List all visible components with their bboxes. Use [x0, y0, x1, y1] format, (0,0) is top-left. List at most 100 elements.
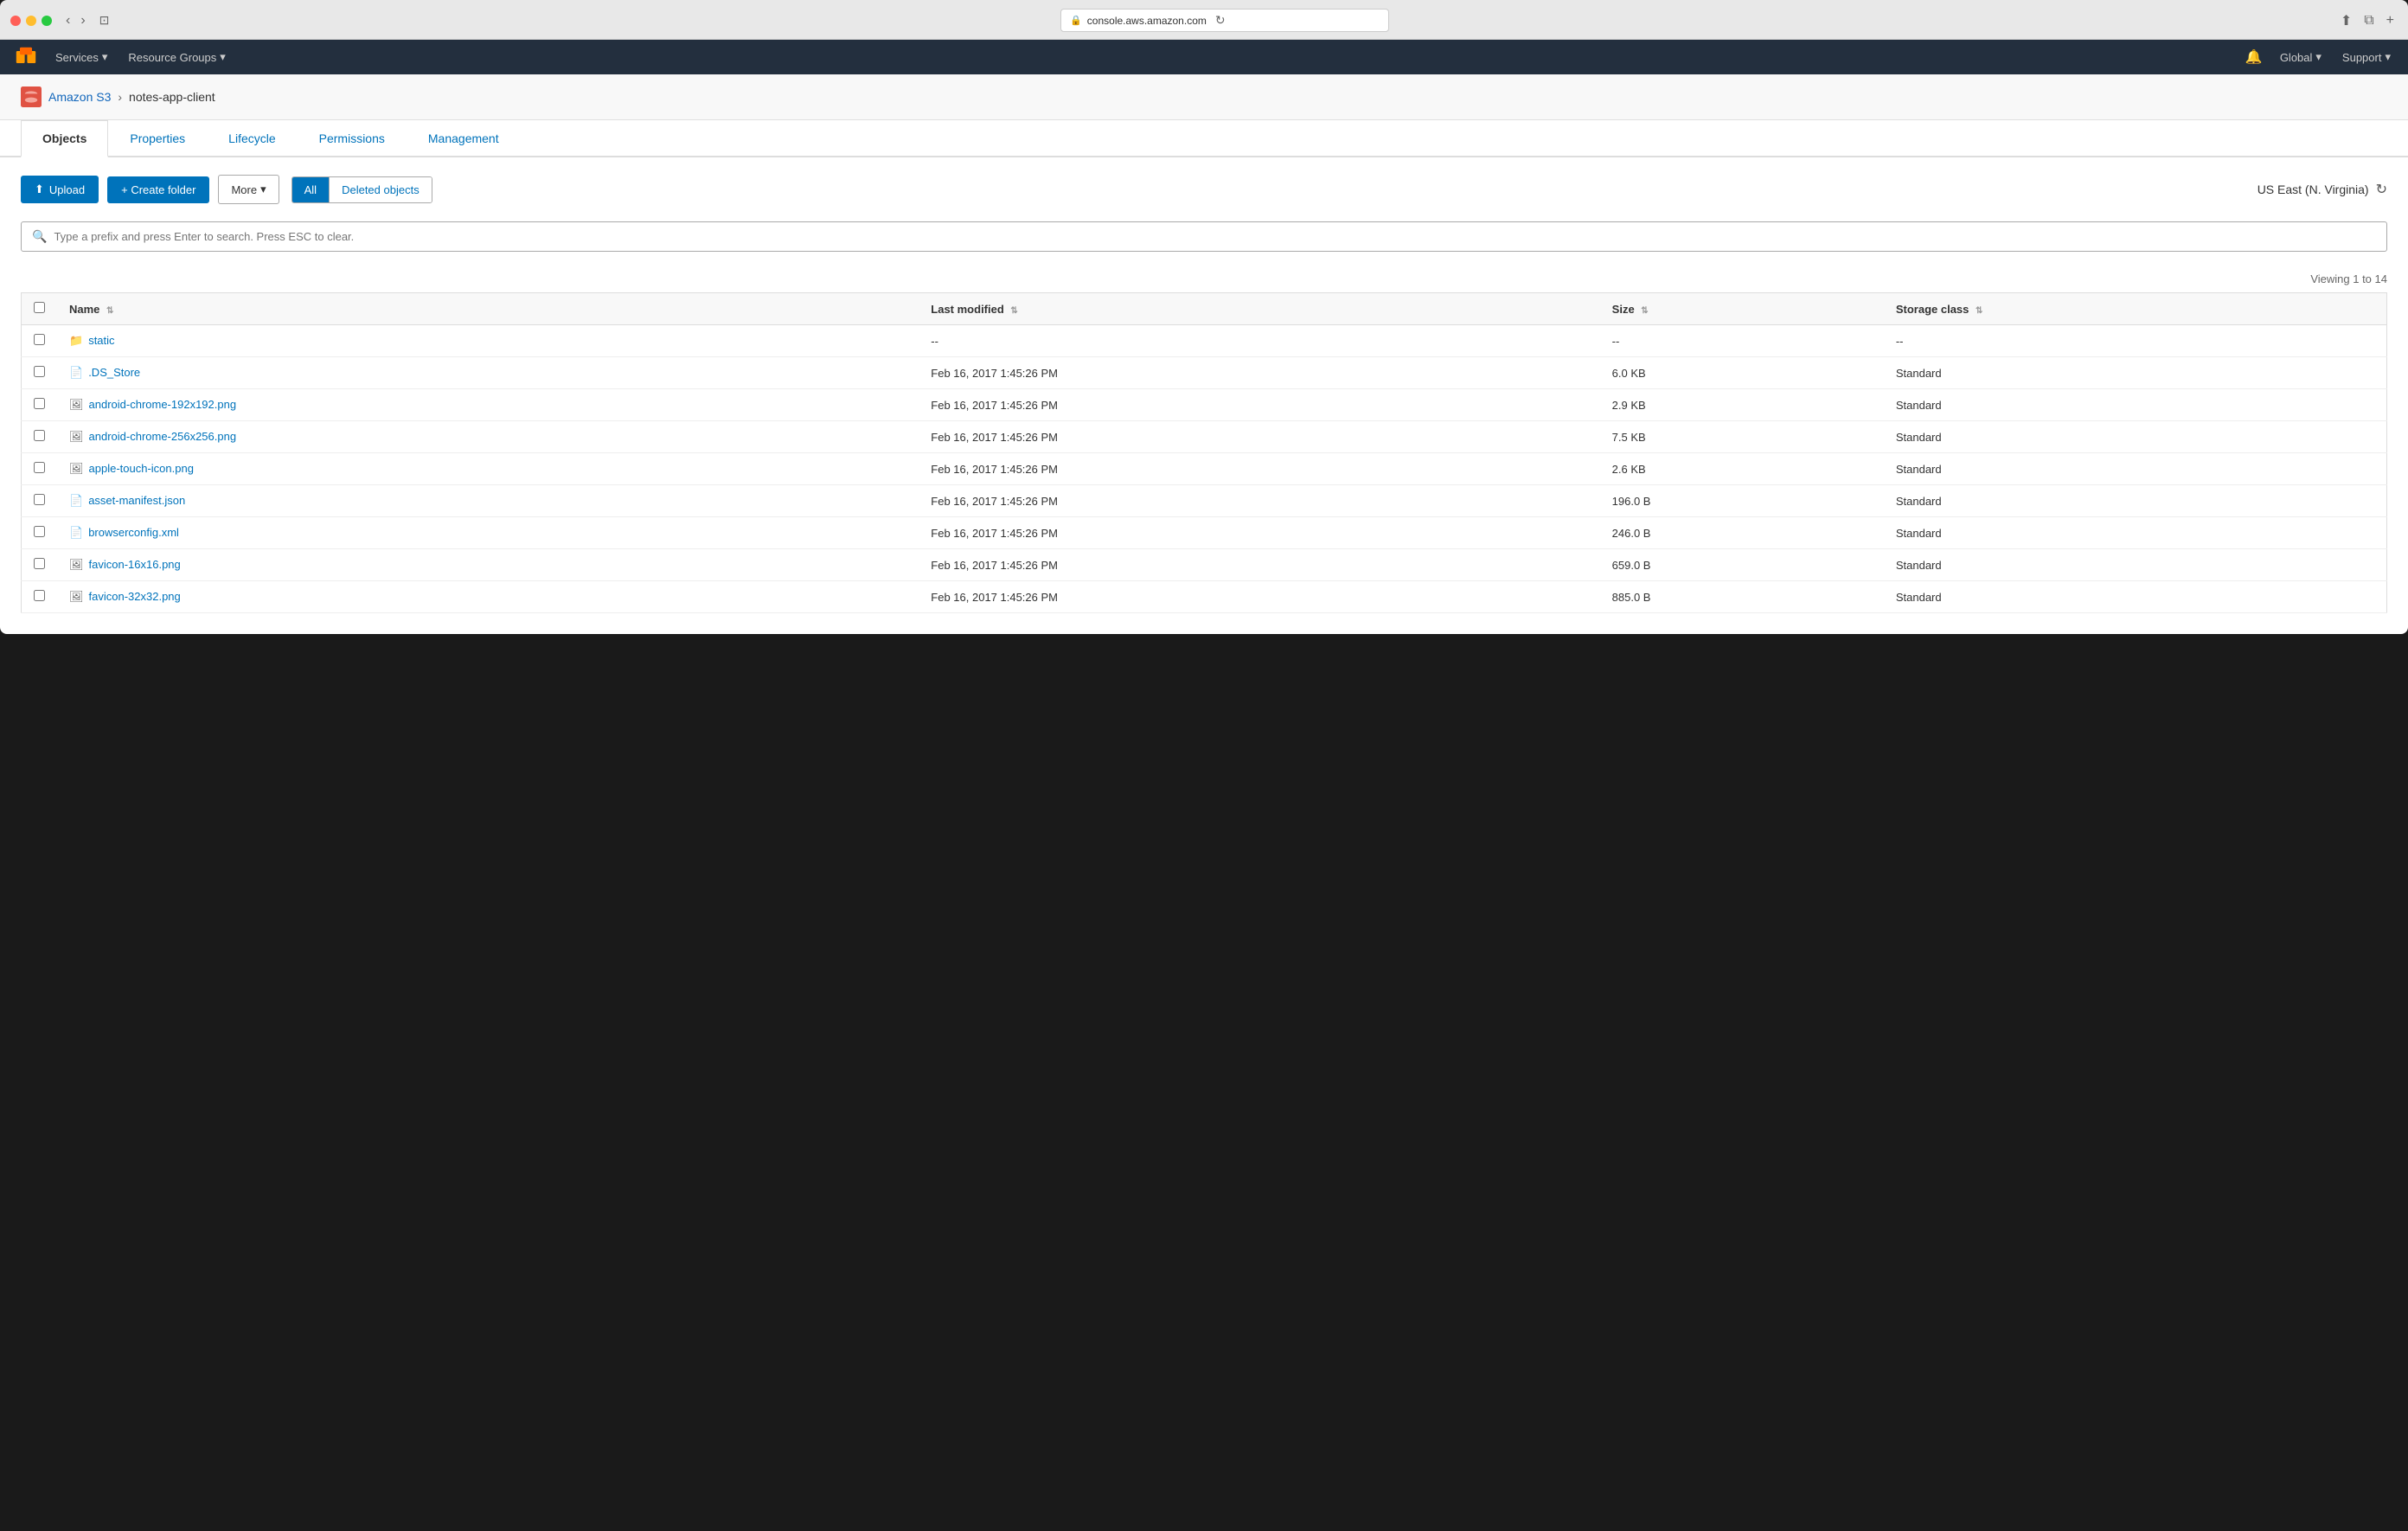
- create-folder-button[interactable]: + Create folder: [107, 176, 209, 203]
- size-cell: 2.6 KB: [1600, 453, 1884, 485]
- size-cell: --: [1600, 325, 1884, 357]
- services-label: Services: [55, 51, 99, 64]
- folder-icon: 📁: [69, 334, 83, 347]
- row-checkbox[interactable]: [34, 334, 45, 345]
- row-checkbox[interactable]: [34, 494, 45, 505]
- support-nav-item[interactable]: Support ▾: [2339, 40, 2394, 74]
- table-header-row: Name ⇅ Last modified ⇅ Size ⇅ Storage cl…: [22, 293, 2387, 325]
- window-control-button[interactable]: ⊡: [96, 13, 113, 28]
- file-name-link[interactable]: android-chrome-256x256.png: [89, 430, 237, 443]
- file-name-link[interactable]: static: [88, 334, 114, 347]
- file-name-link[interactable]: favicon-32x32.png: [89, 590, 181, 603]
- region-info: US East (N. Virginia) ↻: [2258, 181, 2387, 198]
- file-name-link[interactable]: browserconfig.xml: [88, 526, 179, 539]
- lock-icon: 🔒: [1070, 15, 1082, 26]
- file-name-link[interactable]: apple-touch-icon.png: [89, 462, 194, 475]
- global-nav-item[interactable]: Global ▾: [2277, 40, 2325, 74]
- image-file-icon: 🖼: [69, 430, 84, 443]
- table-row: 🖼android-chrome-192x192.pngFeb 16, 2017 …: [22, 389, 2387, 421]
- last-modified-column-header: Last modified ⇅: [919, 293, 1599, 325]
- size-cell: 6.0 KB: [1600, 357, 1884, 389]
- notifications-bell-icon[interactable]: 🔔: [2245, 48, 2263, 66]
- file-icon: 📄: [69, 366, 83, 379]
- size-cell: 196.0 B: [1600, 485, 1884, 517]
- tab-properties[interactable]: Properties: [108, 120, 207, 157]
- filter-all-button[interactable]: All: [292, 177, 329, 202]
- storage-class-cell: Standard: [1884, 357, 2387, 389]
- storage-class-cell: Standard: [1884, 517, 2387, 549]
- objects-table: Name ⇅ Last modified ⇅ Size ⇅ Storage cl…: [21, 292, 2387, 613]
- select-all-checkbox[interactable]: [34, 302, 45, 313]
- storage-class-sort-icon[interactable]: ⇅: [1976, 306, 1982, 316]
- last-modified-cell: Feb 16, 2017 1:45:26 PM: [919, 517, 1599, 549]
- name-sort-icon[interactable]: ⇅: [106, 306, 113, 316]
- new-tab-button[interactable]: ⧉: [2360, 12, 2377, 29]
- tab-lifecycle[interactable]: Lifecycle: [207, 120, 297, 157]
- storage-class-cell: Standard: [1884, 389, 2387, 421]
- table-row: 🖼android-chrome-256x256.pngFeb 16, 2017 …: [22, 421, 2387, 453]
- storage-class-cell: --: [1884, 325, 2387, 357]
- back-button[interactable]: ‹: [62, 13, 74, 29]
- size-cell: 659.0 B: [1600, 549, 1884, 581]
- tabs-bar: Objects Properties Lifecycle Permissions…: [0, 120, 2408, 157]
- size-column-header: Size ⇅: [1600, 293, 1884, 325]
- row-checkbox[interactable]: [34, 526, 45, 537]
- storage-class-cell: Standard: [1884, 581, 2387, 613]
- last-modified-cell: Feb 16, 2017 1:45:26 PM: [919, 453, 1599, 485]
- table-row: 📄asset-manifest.jsonFeb 16, 2017 1:45:26…: [22, 485, 2387, 517]
- file-name-link[interactable]: favicon-16x16.png: [89, 558, 181, 571]
- address-bar: 🔒 console.aws.amazon.com ↻: [1060, 9, 1389, 32]
- forward-button[interactable]: ›: [77, 13, 88, 29]
- last-modified-cell: Feb 16, 2017 1:45:26 PM: [919, 389, 1599, 421]
- maximize-button[interactable]: [42, 16, 52, 26]
- filter-deleted-button[interactable]: Deleted objects: [330, 177, 432, 202]
- services-chevron-icon: ▾: [102, 50, 108, 64]
- size-cell: 2.9 KB: [1600, 389, 1884, 421]
- last-modified-sort-icon[interactable]: ⇅: [1010, 306, 1017, 316]
- upload-button[interactable]: ⬆ Upload: [21, 176, 99, 203]
- row-checkbox[interactable]: [34, 430, 45, 441]
- size-sort-icon[interactable]: ⇅: [1641, 306, 1648, 316]
- refresh-icon[interactable]: ↻: [2376, 181, 2387, 198]
- resource-groups-nav-item[interactable]: Resource Groups ▾: [125, 40, 228, 74]
- minimize-button[interactable]: [26, 16, 36, 26]
- more-chevron-icon: ▾: [260, 183, 266, 196]
- row-checkbox[interactable]: [34, 366, 45, 377]
- last-modified-cell: --: [919, 325, 1599, 357]
- storage-class-cell: Standard: [1884, 485, 2387, 517]
- storage-class-cell: Standard: [1884, 421, 2387, 453]
- resource-groups-label: Resource Groups: [128, 51, 216, 64]
- search-input[interactable]: [54, 230, 2376, 243]
- support-label: Support: [2342, 51, 2382, 64]
- filter-group: All Deleted objects: [291, 176, 432, 203]
- s3-breadcrumb-link[interactable]: Amazon S3: [48, 90, 111, 104]
- support-chevron-icon: ▾: [2385, 50, 2391, 64]
- image-file-icon: 🖼: [69, 590, 84, 603]
- close-button[interactable]: [10, 16, 21, 26]
- tab-permissions[interactable]: Permissions: [298, 120, 407, 157]
- last-modified-cell: Feb 16, 2017 1:45:26 PM: [919, 485, 1599, 517]
- row-checkbox[interactable]: [34, 398, 45, 409]
- row-checkbox[interactable]: [34, 462, 45, 473]
- add-button[interactable]: +: [2383, 12, 2398, 29]
- table-row: 📁static------: [22, 325, 2387, 357]
- file-name-link[interactable]: asset-manifest.json: [88, 494, 185, 507]
- row-checkbox[interactable]: [34, 558, 45, 569]
- tab-management[interactable]: Management: [407, 120, 521, 157]
- table-row: 📄browserconfig.xmlFeb 16, 2017 1:45:26 P…: [22, 517, 2387, 549]
- file-name-link[interactable]: .DS_Store: [88, 366, 140, 379]
- upload-icon: ⬆: [35, 183, 44, 196]
- row-checkbox[interactable]: [34, 590, 45, 601]
- storage-class-column-header: Storage class ⇅: [1884, 293, 2387, 325]
- region-label: US East (N. Virginia): [2258, 183, 2369, 196]
- share-button[interactable]: ⬆: [2337, 12, 2355, 29]
- reload-button[interactable]: ↻: [1215, 13, 1226, 28]
- more-button[interactable]: More ▾: [218, 175, 279, 204]
- size-cell: 7.5 KB: [1600, 421, 1884, 453]
- bucket-name-breadcrumb: notes-app-client: [129, 90, 215, 104]
- services-nav-item[interactable]: Services ▾: [52, 40, 111, 74]
- file-name-link[interactable]: android-chrome-192x192.png: [89, 398, 237, 411]
- storage-class-cell: Standard: [1884, 549, 2387, 581]
- table-row: 📄.DS_StoreFeb 16, 2017 1:45:26 PM6.0 KBS…: [22, 357, 2387, 389]
- tab-objects[interactable]: Objects: [21, 120, 108, 157]
